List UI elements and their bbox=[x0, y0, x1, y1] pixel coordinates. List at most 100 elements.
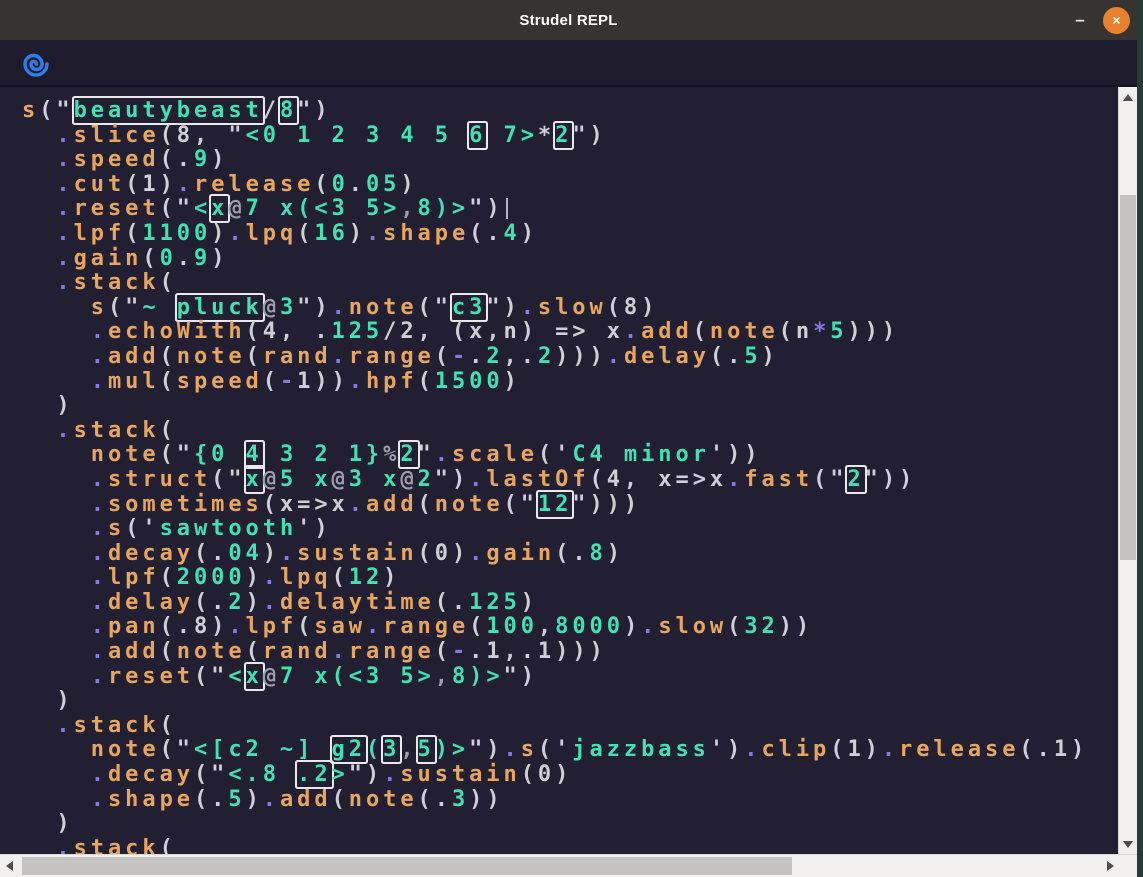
active-token[interactable]: 2 bbox=[400, 442, 417, 467]
vertical-scrollbar-thumb[interactable] bbox=[1120, 195, 1136, 560]
code-token[interactable]: 2 bbox=[418, 467, 435, 492]
code-token[interactable]: ) bbox=[521, 590, 538, 615]
code-token[interactable]: . bbox=[91, 787, 108, 812]
code-token[interactable]: mul bbox=[108, 369, 160, 394]
code-token[interactable]: ( bbox=[160, 639, 177, 664]
code-token[interactable] bbox=[22, 541, 91, 566]
code-token[interactable] bbox=[22, 172, 56, 197]
code-line[interactable]: .reset("<x@7 x(<3 5>,8)>") bbox=[22, 197, 1118, 222]
code-line[interactable]: .mul(speed(-1)).hpf(1500) bbox=[22, 370, 1118, 395]
code-token[interactable]: , . bbox=[280, 319, 332, 344]
active-token[interactable]: x bbox=[246, 467, 263, 492]
code-token[interactable]: ( bbox=[332, 787, 349, 812]
code-token[interactable]: 04 bbox=[228, 541, 262, 566]
code-token[interactable]: 05 bbox=[366, 172, 400, 197]
code-token[interactable] bbox=[22, 467, 91, 492]
code-token[interactable]: slow bbox=[658, 614, 727, 639]
code-token[interactable]: . bbox=[177, 172, 194, 197]
code-token[interactable]: ) bbox=[349, 221, 366, 246]
code-token[interactable] bbox=[22, 836, 56, 854]
active-token[interactable]: 2 bbox=[847, 467, 864, 492]
code-token[interactable]: . bbox=[228, 614, 245, 639]
code-token[interactable]: . bbox=[727, 467, 744, 492]
code-token[interactable]: ") bbox=[469, 737, 503, 762]
code-token[interactable]: 2 bbox=[228, 590, 245, 615]
code-token[interactable]: ) bbox=[160, 172, 177, 197]
code-token[interactable]: , bbox=[435, 664, 452, 689]
code-token[interactable]: add bbox=[108, 639, 160, 664]
code-token[interactable]: lpf bbox=[246, 614, 298, 639]
code-token[interactable]: ( bbox=[727, 614, 744, 639]
code-editor[interactable]: s("beautybeast/8") .slice(8, "<0 1 2 3 4… bbox=[0, 87, 1118, 854]
code-token[interactable]: . bbox=[435, 442, 452, 467]
code-token[interactable]: . bbox=[91, 369, 108, 394]
code-token[interactable]: lastOf bbox=[486, 467, 589, 492]
code-token[interactable]: . bbox=[91, 664, 108, 689]
code-token[interactable]: add bbox=[108, 344, 160, 369]
code-token[interactable]: ( bbox=[418, 492, 435, 517]
active-token[interactable]: 4 bbox=[246, 442, 263, 467]
code-token[interactable]: ( bbox=[469, 614, 486, 639]
code-token[interactable]: 5 x bbox=[280, 467, 332, 492]
code-token[interactable]: )) bbox=[314, 369, 348, 394]
code-token[interactable]: )> bbox=[435, 737, 469, 762]
code-line[interactable]: .add(note(rand.range(-.2,.2))).delay(.5) bbox=[22, 345, 1118, 370]
code-token[interactable]: @ bbox=[263, 664, 280, 689]
code-token[interactable]: lpq bbox=[280, 565, 332, 590]
code-token[interactable]: . bbox=[228, 221, 245, 246]
code-token[interactable]: ) bbox=[383, 565, 400, 590]
code-token[interactable]: s bbox=[91, 295, 108, 320]
horizontal-scrollbar-thumb[interactable] bbox=[22, 857, 792, 875]
code-token[interactable]: 3 2 1} bbox=[263, 442, 383, 467]
code-token[interactable]: )) bbox=[779, 614, 813, 639]
code-token[interactable]: 1 bbox=[1054, 737, 1071, 762]
code-token[interactable]: ( bbox=[314, 172, 331, 197]
code-token[interactable]: . bbox=[91, 541, 108, 566]
code-token[interactable]: 7> bbox=[486, 123, 538, 148]
code-token[interactable]: ) bbox=[762, 344, 779, 369]
code-token[interactable] bbox=[22, 614, 91, 639]
code-line[interactable]: note("{0 4 3 2 1}%2".scale('C4 minor')) bbox=[22, 443, 1118, 468]
code-token[interactable]: ( bbox=[263, 369, 280, 394]
code-line[interactable]: .gain(0.9) bbox=[22, 247, 1118, 272]
code-token[interactable]: ) bbox=[641, 295, 658, 320]
code-token[interactable]: ) bbox=[607, 541, 624, 566]
code-token[interactable]: note bbox=[177, 639, 246, 664]
code-token[interactable]: . bbox=[56, 123, 73, 148]
code-token[interactable]: ))) bbox=[555, 344, 607, 369]
code-token[interactable] bbox=[22, 295, 91, 320]
code-token[interactable]: (. bbox=[160, 147, 194, 172]
code-token[interactable]: (" bbox=[160, 196, 194, 221]
code-token[interactable]: > bbox=[332, 762, 349, 787]
code-token[interactable]: . bbox=[91, 492, 108, 517]
code-line[interactable]: .struct("x@5 x@3 x@2").lastOf(4, x=>x.fa… bbox=[22, 468, 1118, 493]
code-token[interactable]: ) bbox=[452, 541, 469, 566]
code-token[interactable]: ) bbox=[211, 614, 228, 639]
code-token[interactable]: . bbox=[366, 614, 383, 639]
minimize-button[interactable]: – bbox=[1069, 9, 1091, 31]
code-line[interactable]: .decay("<.8 .2>").sustain(0) bbox=[22, 763, 1118, 788]
code-token[interactable]: , x=>x bbox=[624, 467, 727, 492]
code-token[interactable]: ( bbox=[779, 319, 796, 344]
code-token[interactable]: 4 bbox=[263, 319, 280, 344]
code-token[interactable]: stack bbox=[74, 836, 160, 854]
code-token[interactable]: . bbox=[469, 541, 486, 566]
code-token[interactable]: ( bbox=[142, 246, 159, 271]
code-token[interactable]: ) bbox=[555, 762, 572, 787]
code-token[interactable]: 0 bbox=[160, 246, 177, 271]
code-token[interactable]: 1 bbox=[847, 737, 864, 762]
code-token[interactable]: lpf bbox=[108, 565, 160, 590]
code-token[interactable]: stack bbox=[74, 713, 160, 738]
code-token[interactable]: 3 bbox=[280, 295, 297, 320]
code-line[interactable]: s("~ pluck@3").note("c3").slow(8) bbox=[22, 296, 1118, 321]
code-token[interactable]: . bbox=[624, 319, 641, 344]
title-bar[interactable]: Strudel REPL – × bbox=[0, 0, 1137, 40]
code-token[interactable]: ( bbox=[160, 369, 177, 394]
code-token[interactable]: (. bbox=[194, 590, 228, 615]
code-token[interactable]: @ bbox=[400, 467, 417, 492]
code-token[interactable]: ( bbox=[830, 737, 847, 762]
vertical-scrollbar[interactable] bbox=[1118, 87, 1137, 854]
code-token[interactable]: (x=>x bbox=[263, 492, 349, 517]
code-token[interactable]: . bbox=[521, 295, 538, 320]
code-token[interactable]: / bbox=[263, 98, 280, 123]
